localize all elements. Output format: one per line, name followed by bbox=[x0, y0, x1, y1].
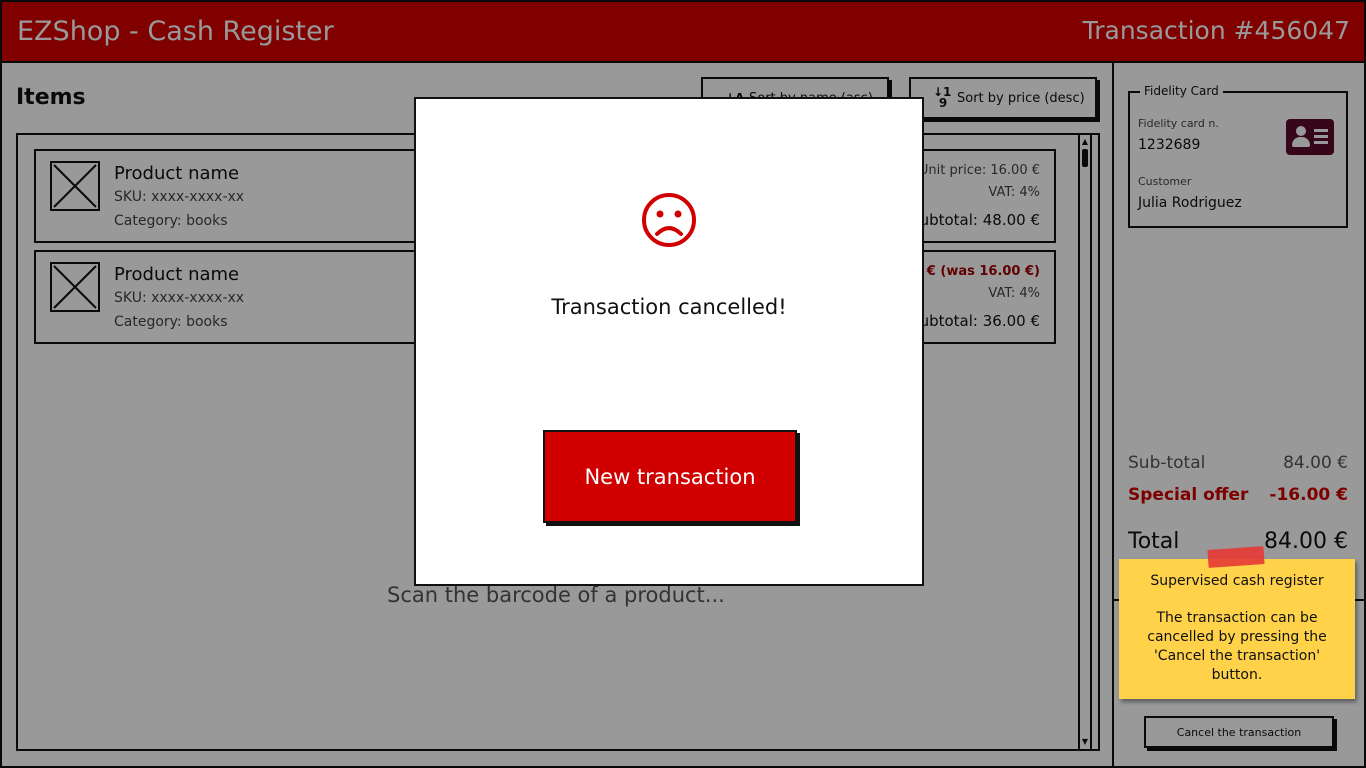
note-body: The transaction can be cancelled by pres… bbox=[1147, 610, 1327, 683]
note-title: Supervised cash register bbox=[1150, 573, 1324, 589]
tape-strip bbox=[1207, 546, 1265, 568]
new-transaction-button[interactable]: New transaction bbox=[543, 430, 797, 523]
sad-face-icon bbox=[642, 193, 696, 247]
dialog-message: Transaction cancelled! bbox=[551, 295, 787, 319]
sticky-note: Supervised cash register The transaction… bbox=[1119, 546, 1355, 699]
cancelled-dialog: Transaction cancelled! New transaction bbox=[414, 97, 924, 586]
